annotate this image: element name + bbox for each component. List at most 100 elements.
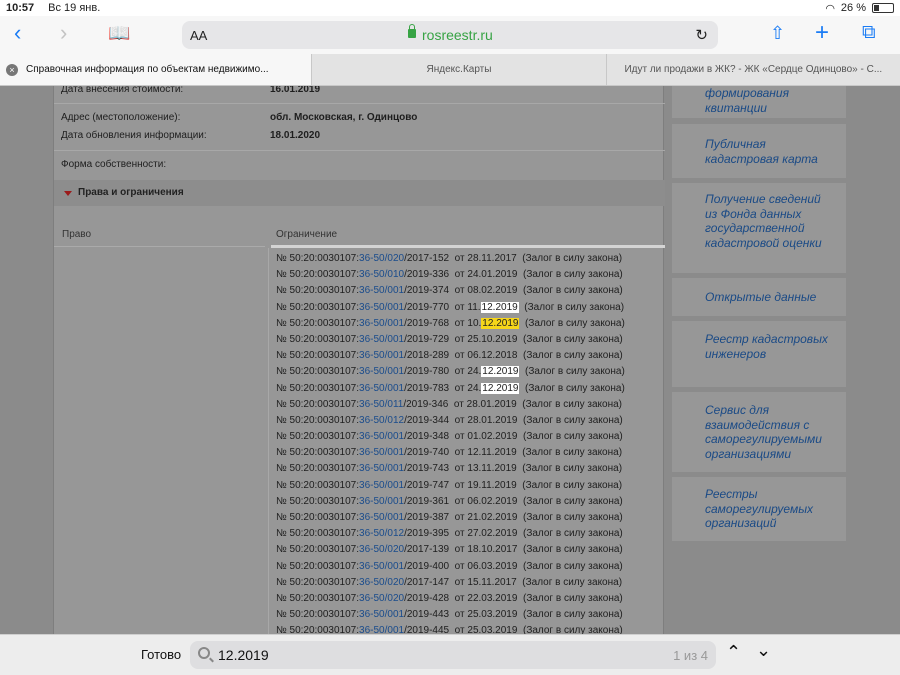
restriction-type: (Залог в силу закона) <box>517 512 623 523</box>
reg-number-link[interactable]: 36-50/001 <box>359 302 404 313</box>
restriction-row: № 50:20:0030107:36-50/001/2019-348 от 01… <box>276 429 665 445</box>
tab-yandex-maps[interactable]: Яндекс.Карты <box>311 54 605 85</box>
reg-number-link[interactable]: 36-50/001 <box>359 383 404 394</box>
reg-number-link[interactable]: 36-50/001 <box>359 512 404 523</box>
reg-number-suffix: /2019-783 <box>404 382 450 394</box>
reg-number-link[interactable]: 36-50/001 <box>359 366 404 377</box>
address-bar[interactable]: AA rosreestr.ru ↻ <box>182 21 718 49</box>
plus-icon[interactable]: + <box>815 21 829 45</box>
reg-number-link[interactable]: 36-50/001 <box>359 350 404 361</box>
reg-number-link[interactable]: 36-50/001 <box>359 496 404 507</box>
book-icon[interactable]: 📖 <box>108 24 130 42</box>
reg-number-link[interactable]: 36-50/012 <box>359 415 404 426</box>
restriction-row: № 50:20:0030107:36-50/001/2019-445 от 25… <box>276 623 665 634</box>
reg-number-link[interactable]: 36-50/001 <box>359 447 404 458</box>
restriction-type: (Залог в силу закона) <box>517 333 623 345</box>
restriction-row: № 50:20:0030107:36-50/001/2019-443 от 25… <box>276 607 665 623</box>
reg-number-prefix: № 50:20:0030107: <box>276 350 360 362</box>
reg-number-suffix: /2019-780 <box>404 366 450 378</box>
reg-number-prefix: № 50:20:0030107: <box>276 301 360 313</box>
restriction-row: № 50:20:0030107:36-50/012/2019-344 от 28… <box>276 413 665 429</box>
restriction-type: (Залог в силу закона) <box>517 609 623 621</box>
chevron-left-icon[interactable]: ‹ <box>14 22 21 44</box>
sidebar-item-open-data[interactable]: Открытые данные <box>672 278 846 316</box>
reg-number-link[interactable]: 36-50/001 <box>359 561 404 572</box>
reg-date: от 11. <box>449 301 481 313</box>
restriction-row: № 50:20:0030107:36-50/020/2017-139 от 18… <box>276 542 665 558</box>
reg-number-link[interactable]: 36-50/020 <box>359 253 404 264</box>
reg-number-prefix: № 50:20:0030107: <box>276 285 360 297</box>
reg-number-link[interactable]: 36-50/010 <box>359 269 404 280</box>
reg-date: от 10. <box>449 317 482 329</box>
reg-number-link[interactable]: 36-50/012 <box>359 528 404 539</box>
sidebar-item-cadastral-map[interactable]: Публичная кадастровая карта <box>672 124 846 178</box>
reg-number-prefix: № 50:20:0030107: <box>276 560 360 572</box>
reg-date: от 25.03.2019 <box>449 625 518 634</box>
object-info-panel: Дата внесения стоимости: 16.01.2019 Адре… <box>53 86 665 634</box>
tabs-icon[interactable]: ⧉ <box>862 23 876 42</box>
url-text[interactable]: rosreestr.ru <box>422 27 493 43</box>
sidebar-item-label: Сервис для взаимодействия с саморегулиру… <box>705 403 822 461</box>
browser-toolbar: ‹ › 📖 AA rosreestr.ru ↻ ⇧ + ⧉ <box>0 16 900 54</box>
reg-date: от 08.02.2019 <box>449 285 518 297</box>
reg-number-prefix: № 50:20:0030107: <box>276 528 360 540</box>
sidebar-item-sro-service[interactable]: Сервис для взаимодействия с саморегулиру… <box>672 392 846 472</box>
reg-number-link[interactable]: 36-50/001 <box>359 318 404 329</box>
divider <box>54 150 665 151</box>
chevron-down-icon[interactable]: ⌄ <box>756 640 771 661</box>
reg-number-suffix: /2019-747 <box>404 479 450 491</box>
sidebar-item-sro-registries[interactable]: Реестры саморегулируемых организаций <box>672 477 846 541</box>
share-icon[interactable]: ⇧ <box>770 24 785 42</box>
divider <box>268 248 269 634</box>
reg-number-suffix: /2017-152 <box>404 253 450 264</box>
reg-number-link[interactable]: 36-50/001 <box>359 334 404 345</box>
restriction-row: № 50:20:0030107:36-50/012/2019-395 от 27… <box>276 526 665 542</box>
sidebar-item-label: формирования квитанции <box>705 86 789 115</box>
reg-number-prefix: № 50:20:0030107: <box>276 414 360 426</box>
restriction-row: № 50:20:0030107:36-50/001/2019-780 от 24… <box>276 364 665 380</box>
reg-date: от 28.11.2017 <box>449 253 517 264</box>
sidebar-item-label: Получение сведений из Фонда данных госуд… <box>705 192 822 250</box>
reg-date: от 21.02.2019 <box>449 512 518 523</box>
sidebar-item-engineers-registry[interactable]: Реестр кадастровых инженеров <box>672 321 846 387</box>
reg-number-link[interactable]: 36-50/001 <box>359 463 404 474</box>
reg-number-suffix: /2019-374 <box>404 285 450 297</box>
sidebar-item-receipt[interactable]: формирования квитанции <box>672 86 846 118</box>
find-input[interactable]: 12.2019 1 из 4 <box>190 641 716 669</box>
reg-number-link[interactable]: 36-50/020 <box>359 544 404 555</box>
chevron-right-icon[interactable]: › <box>60 22 67 44</box>
reg-date: от 15.11.2017 <box>449 576 517 588</box>
tab-forum[interactable]: Идут ли продажи в ЖК? - ЖК «Сердце Одинц… <box>605 54 900 85</box>
reg-number-suffix: /2019-729 <box>404 333 450 345</box>
restriction-row: № 50:20:0030107:36-50/001/2019-747 от 19… <box>276 478 665 494</box>
text-size-button[interactable]: AA <box>190 28 207 43</box>
reg-number-suffix: /2019-443 <box>404 609 450 621</box>
sidebar-item-valuation-data[interactable]: Получение сведений из Фонда данных госуд… <box>672 183 846 273</box>
close-icon[interactable]: × <box>6 64 18 76</box>
reg-date: от 06.03.2019 <box>449 560 518 572</box>
reg-number-link[interactable]: 36-50/001 <box>359 480 404 491</box>
restriction-type: (Залог в силу закона) <box>516 463 623 475</box>
reg-number-link[interactable]: 36-50/011 <box>359 399 403 410</box>
divider <box>54 246 265 247</box>
reg-number-link[interactable]: 36-50/020 <box>359 593 404 604</box>
restriction-type: (Залог в силу закона) <box>517 431 623 443</box>
rights-section-header[interactable]: Права и ограничения <box>54 180 665 206</box>
reload-icon[interactable]: ↻ <box>695 26 708 44</box>
sidebar-item-label: Реестр кадастровых инженеров <box>705 332 828 361</box>
reg-number-link[interactable]: 36-50/001 <box>359 285 404 296</box>
done-button[interactable]: Готово <box>141 647 181 662</box>
reg-number-prefix: № 50:20:0030107: <box>276 398 360 410</box>
reg-number-link[interactable]: 36-50/001 <box>359 625 404 634</box>
tab-rosreestr[interactable]: × Справочная информация по объектам недв… <box>0 54 312 85</box>
chevron-up-icon[interactable]: ⌃ <box>726 642 741 663</box>
restriction-type: (Залог в силу закона) <box>516 479 623 491</box>
reg-number-link[interactable]: 36-50/001 <box>359 431 404 442</box>
restriction-type: (Залог в силу закона) <box>517 544 623 556</box>
find-query[interactable]: 12.2019 <box>218 647 269 663</box>
info-value: обл. Московская, г. Одинцово <box>270 112 418 123</box>
reg-number-link[interactable]: 36-50/001 <box>359 609 404 620</box>
reg-number-prefix: № 50:20:0030107: <box>276 495 360 507</box>
reg-number-link[interactable]: 36-50/020 <box>359 577 404 588</box>
reg-date: от 24. <box>449 382 482 394</box>
